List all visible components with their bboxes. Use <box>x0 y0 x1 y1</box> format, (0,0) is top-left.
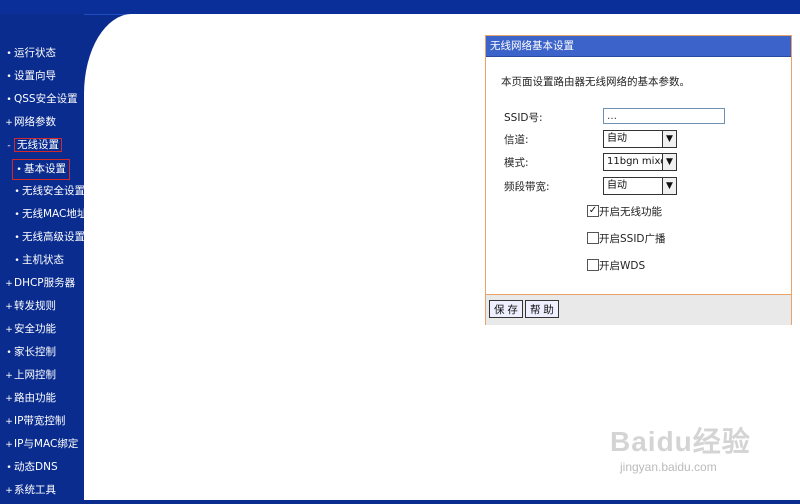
sidebar-item-label: 家长控制 <box>14 346 56 358</box>
expand-icon: + <box>5 325 13 335</box>
sidebar-item-label: 动态DNS <box>14 461 58 473</box>
bullet-icon: • <box>14 233 20 243</box>
enable-wireless-label: 开启无线功能 <box>599 206 662 218</box>
bullet-icon: • <box>6 463 12 473</box>
sidebar-item-label: IP带宽控制 <box>14 415 66 427</box>
enable-ssid-broadcast-label: 开启SSID广播 <box>599 233 666 245</box>
sidebar-item-access-control[interactable]: +上网控制 <box>0 366 84 389</box>
bandwidth-value: 自动 <box>607 180 627 191</box>
sidebar-item-label: 无线设置 <box>14 138 62 152</box>
ssid-label: SSID号: <box>504 112 543 124</box>
bandwidth-label: 频段带宽: <box>504 181 550 193</box>
sidebar-item-system-tools[interactable]: +系统工具 <box>0 481 84 504</box>
sidebar-item-label: 无线安全设置 <box>22 185 85 197</box>
expand-icon: + <box>5 440 13 450</box>
bullet-icon: • <box>16 165 22 175</box>
sidebar-item-bandwidth[interactable]: +IP带宽控制 <box>0 412 84 435</box>
sidebar-item-label: 转发规则 <box>14 300 56 312</box>
bullet-icon: • <box>6 348 12 358</box>
sidebar-item-parental[interactable]: • 家长控制 <box>0 343 84 366</box>
sidebar-item-label: 基本设置 <box>24 163 66 175</box>
checkbox-box <box>587 259 599 271</box>
enable-wds-label: 开启WDS <box>599 260 646 272</box>
collapse-icon: - <box>7 141 11 151</box>
selected-frame: • 基本设置 <box>12 159 70 180</box>
expand-icon: + <box>5 486 13 496</box>
sidebar-item-label: 上网控制 <box>14 369 56 381</box>
panel-title: 无线网络基本设置 <box>486 36 791 57</box>
wireless-basic-settings-panel: 无线网络基本设置 本页面设置路由器无线网络的基本参数。 SSID号: … 信道:… <box>485 35 792 325</box>
expand-icon: + <box>5 279 13 289</box>
sidebar-item-ddns[interactable]: • 动态DNS <box>0 458 84 481</box>
bullet-icon: • <box>6 95 12 105</box>
expand-icon: + <box>5 394 13 404</box>
expand-icon: + <box>5 371 13 381</box>
expand-icon: + <box>5 118 13 128</box>
sidebar-item-wireless-advanced[interactable]: • 无线高级设置 <box>0 228 85 251</box>
sidebar-item-host-status[interactable]: • 主机状态 <box>0 251 84 274</box>
sidebar-item-security[interactable]: +安全功能 <box>0 320 84 343</box>
sidebar-item-label: 主机状态 <box>22 254 64 266</box>
bullet-icon: • <box>14 210 20 220</box>
bullet-icon: • <box>6 72 12 82</box>
chevron-down-icon: ▼ <box>662 178 676 194</box>
watermark-brand: Baidu经验 <box>610 426 751 457</box>
checkbox-box <box>587 232 599 244</box>
channel-select[interactable]: 自动 ▼ <box>603 130 677 148</box>
sidebar-item-qss[interactable]: • QSS安全设置 <box>0 90 84 113</box>
bullet-icon: • <box>14 187 20 197</box>
sidebar-item-dhcp[interactable]: +DHCP服务器 <box>0 274 84 297</box>
expand-icon: + <box>5 417 13 427</box>
checkbox-box: ✓ <box>587 205 599 217</box>
button-bar: 保 存 帮 助 <box>486 294 791 325</box>
sidebar-item-routing[interactable]: +路由功能 <box>0 389 84 412</box>
sidebar-item-forwarding[interactable]: +转发规则 <box>0 297 84 320</box>
sidebar-item-network[interactable]: +网络参数 <box>0 113 84 136</box>
nav-menu: • 运行状态 • 设置向导 • QSS安全设置 +网络参数 - 无线设置 • 基本设置 •… <box>0 44 108 504</box>
top-bar <box>0 0 800 15</box>
sidebar-item-label: 无线高级设置 <box>22 231 85 243</box>
expand-icon: + <box>5 302 13 312</box>
chevron-down-icon: ▼ <box>662 131 676 147</box>
sidebar-item-ip-mac-binding[interactable]: +IP与MAC绑定 <box>0 435 84 458</box>
sidebar-item-mac-filter[interactable]: • 无线MAC地址过滤 <box>0 205 108 228</box>
bandwidth-select[interactable]: 自动 ▼ <box>603 177 677 195</box>
sidebar-item-status[interactable]: • 运行状态 <box>0 44 84 67</box>
sidebar-item-setup-wizard[interactable]: • 设置向导 <box>0 67 84 90</box>
sidebar-item-label: DHCP服务器 <box>14 277 76 289</box>
sidebar-item-label: 运行状态 <box>14 47 56 59</box>
bullet-icon: • <box>6 49 12 59</box>
sidebar-item-label: QSS安全设置 <box>14 93 78 105</box>
sidebar-item-label: 安全功能 <box>14 323 56 335</box>
ssid-input[interactable]: … <box>603 108 725 124</box>
help-button[interactable]: 帮 助 <box>525 300 559 318</box>
sidebar-item-wireless[interactable]: - 无线设置 <box>0 136 84 159</box>
watermark-url: jingyan.baidu.com <box>620 460 717 474</box>
panel-description: 本页面设置路由器无线网络的基本参数。 <box>501 76 690 88</box>
sidebar-item-label: 路由功能 <box>14 392 56 404</box>
sidebar-item-label: IP与MAC绑定 <box>14 438 79 450</box>
mode-select[interactable]: 11bgn mixed ▼ <box>603 153 677 171</box>
channel-label: 信道: <box>504 134 529 146</box>
mode-label: 模式: <box>504 157 529 169</box>
sidebar-item-label: 网络参数 <box>14 116 56 128</box>
bullet-icon: • <box>14 256 20 266</box>
save-button[interactable]: 保 存 <box>489 300 523 318</box>
sidebar-nav: • 运行状态 • 设置向导 • QSS安全设置 +网络参数 - 无线设置 • 基本设置 •… <box>0 14 108 500</box>
chevron-down-icon: ▼ <box>662 154 676 170</box>
sidebar-item-wireless-security[interactable]: • 无线安全设置 <box>0 182 85 205</box>
channel-value: 自动 <box>607 133 627 144</box>
sidebar-item-label: 系统工具 <box>14 484 56 496</box>
watermark: Baidu经验 jingyan.baidu.com <box>610 420 760 480</box>
sidebar-item-basic-settings[interactable]: • 基本设置 <box>0 159 84 182</box>
sidebar-item-label: 设置向导 <box>14 70 56 82</box>
